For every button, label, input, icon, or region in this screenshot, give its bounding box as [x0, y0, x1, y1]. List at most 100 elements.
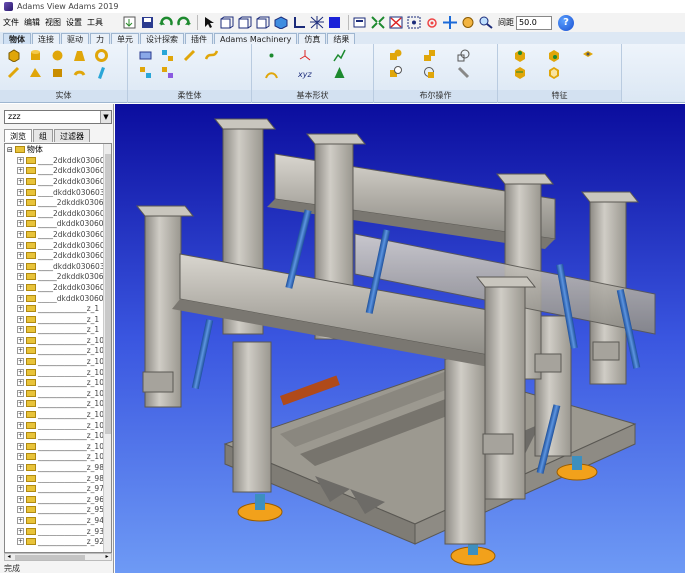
menu-file[interactable]: 文件: [3, 17, 19, 28]
expand-icon[interactable]: +: [17, 209, 24, 217]
expand-icon[interactable]: +: [17, 347, 24, 355]
revolution-icon[interactable]: [50, 65, 64, 79]
scrollbar-thumb[interactable]: [15, 555, 85, 560]
arc-icon[interactable]: [264, 65, 278, 79]
box-icon[interactable]: [6, 48, 20, 62]
expand-icon[interactable]: +: [17, 538, 24, 546]
tab-design-exploration[interactable]: 设计探索: [140, 33, 184, 44]
expand-icon[interactable]: +: [17, 400, 24, 408]
tree-item[interactable]: + _____________z_10: [5, 388, 111, 399]
view-iso-icon[interactable]: [273, 15, 288, 30]
tree-item[interactable]: + _____________z_1: [5, 314, 111, 325]
scroll-left-icon[interactable]: ◂: [5, 554, 13, 560]
expand-icon[interactable]: +: [17, 199, 24, 207]
tree-item[interactable]: + ____2dkddk030603: [5, 282, 111, 293]
expand-icon[interactable]: +: [17, 389, 24, 397]
tree-item[interactable]: + _____dkddk03060: [5, 219, 111, 230]
expand-icon[interactable]: +: [17, 294, 24, 302]
menu-view[interactable]: 视图: [45, 17, 61, 28]
point-icon[interactable]: [264, 48, 278, 62]
expand-icon[interactable]: +: [17, 495, 24, 503]
tree-item[interactable]: + _____________z_10: [5, 367, 111, 378]
tab-bodies[interactable]: 物体: [3, 33, 31, 44]
save-icon[interactable]: [140, 15, 155, 30]
expand-icon[interactable]: +: [17, 464, 24, 472]
tree-item[interactable]: + _____________z_98: [5, 462, 111, 473]
hollow-icon[interactable]: [546, 65, 560, 79]
expand-icon[interactable]: +: [17, 336, 24, 344]
tree-item[interactable]: + _____________z_93: [5, 526, 111, 537]
torus-icon[interactable]: [94, 48, 108, 62]
flex-mesh-icon[interactable]: [160, 65, 174, 79]
import-icon[interactable]: [122, 15, 137, 30]
translate-icon[interactable]: [442, 15, 457, 30]
tree-item[interactable]: + ____dkddk030603c: [5, 187, 111, 198]
menu-edit[interactable]: 编辑: [24, 17, 40, 28]
discrete-flex-icon[interactable]: [160, 48, 174, 62]
tab-motions[interactable]: 驱动: [61, 33, 89, 44]
tree-item[interactable]: + ____2dkddk030603: [5, 240, 111, 251]
expand-icon[interactable]: +: [17, 411, 24, 419]
blue-square-icon[interactable]: [327, 15, 342, 30]
rotate-icon[interactable]: [460, 15, 475, 30]
expand-icon[interactable]: +: [17, 527, 24, 535]
flex-swap-icon[interactable]: [138, 65, 152, 79]
expand-icon[interactable]: +: [17, 167, 24, 175]
sphere-icon[interactable]: [50, 48, 64, 62]
frustum-icon[interactable]: [72, 48, 86, 62]
collapse-icon[interactable]: ⊟: [7, 146, 13, 154]
expand-icon[interactable]: +: [17, 262, 24, 270]
expand-icon[interactable]: +: [17, 379, 24, 387]
view-top-icon[interactable]: [255, 15, 270, 30]
tab-connectors[interactable]: 连接: [32, 33, 60, 44]
expand-icon[interactable]: +: [17, 442, 24, 450]
expand-icon[interactable]: +: [17, 453, 24, 461]
expand-icon[interactable]: +: [17, 156, 24, 164]
flex-body-icon[interactable]: [138, 48, 152, 62]
expand-icon[interactable]: +: [17, 177, 24, 185]
tree-item[interactable]: + _____________z_96: [5, 494, 111, 505]
tree-item[interactable]: + _____________z_10: [5, 399, 111, 410]
expand-icon[interactable]: +: [17, 305, 24, 313]
tab-browse[interactable]: 浏览: [4, 129, 32, 142]
menu-settings[interactable]: 设置: [66, 17, 82, 28]
tree-root-bodies[interactable]: ⊟ 物体: [5, 144, 111, 155]
tree-item[interactable]: + ____dkddk030603c: [5, 261, 111, 272]
tab-simulation[interactable]: 仿真: [298, 33, 327, 44]
split-icon[interactable]: [422, 65, 436, 79]
tree-item[interactable]: + _____________z_10: [5, 430, 111, 441]
expand-icon[interactable]: +: [17, 273, 24, 281]
expand-icon[interactable]: +: [17, 358, 24, 366]
tree-item[interactable]: + _____________z_1: [5, 303, 111, 314]
tree-item[interactable]: + _____________z_10: [5, 335, 111, 346]
tree-item[interactable]: + ____2dkddk030603: [5, 208, 111, 219]
tree-item[interactable]: + _____dkddk03060: [5, 293, 111, 304]
render-icon[interactable]: [352, 15, 367, 30]
tab-filters[interactable]: 过滤器: [54, 129, 90, 142]
expand-icon[interactable]: +: [17, 506, 24, 514]
tree-item[interactable]: + _____________z_92: [5, 536, 111, 547]
tree-item[interactable]: + _____________z_94: [5, 515, 111, 526]
tab-groups[interactable]: 组: [33, 129, 53, 142]
extrusion-icon[interactable]: [28, 65, 42, 79]
tree-horizontal-scrollbar[interactable]: ◂ ▸: [4, 553, 112, 561]
model-viewport[interactable]: [115, 104, 685, 573]
hole-icon[interactable]: [580, 48, 594, 62]
undo-icon[interactable]: [158, 15, 173, 30]
chevron-down-icon[interactable]: ▼: [100, 111, 111, 123]
expand-icon[interactable]: +: [17, 368, 24, 376]
expand-icon[interactable]: +: [17, 283, 24, 291]
tree-item[interactable]: + ____2dkddk030603: [5, 155, 111, 166]
tree-item[interactable]: + _____2dkddk0306: [5, 272, 111, 283]
tree-item[interactable]: + _____________z_98: [5, 473, 111, 484]
tree-item[interactable]: + _____________z_10: [5, 441, 111, 452]
model-select-combo[interactable]: zzz ▼: [4, 110, 112, 124]
tab-results[interactable]: 结果: [327, 33, 356, 44]
view-front-icon[interactable]: [219, 15, 234, 30]
center-icon[interactable]: [406, 15, 421, 30]
expand-icon[interactable]: +: [17, 326, 24, 334]
fillet-icon[interactable]: [546, 48, 560, 62]
cone-marker-icon[interactable]: [332, 65, 346, 79]
expand-icon[interactable]: +: [17, 220, 24, 228]
tree-item[interactable]: + ____2dkddk030603: [5, 166, 111, 177]
